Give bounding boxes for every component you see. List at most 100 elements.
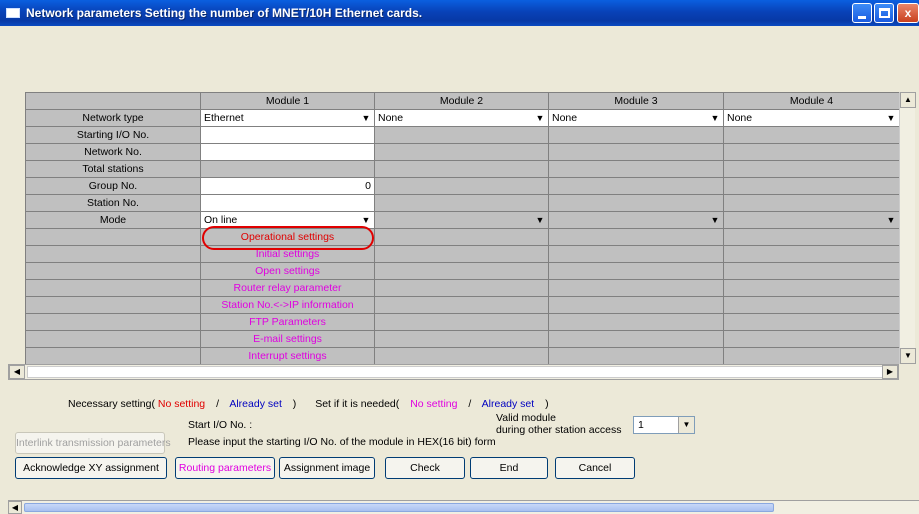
dropdown-arrow-icon[interactable]: ▼ <box>885 111 897 125</box>
window-icon <box>6 8 20 18</box>
row-label-station-no: Station No. <box>25 194 201 212</box>
dropdown-arrow-icon[interactable]: ▼ <box>678 417 694 433</box>
station-ip-information-button[interactable]: Station No.<->IP information <box>200 296 375 314</box>
scroll-left-arrow-icon[interactable]: ◀ <box>8 501 22 514</box>
grid-cell <box>723 262 899 280</box>
row-network-no: Network No. <box>25 143 899 161</box>
scroll-thumb[interactable] <box>27 366 887 378</box>
row-label-total-stations: Total stations <box>25 160 201 178</box>
email-settings-button[interactable]: E-mail settings <box>200 330 375 348</box>
grid-cell <box>374 245 549 263</box>
grid-horizontal-scrollbar[interactable]: ◀ ▶ <box>8 364 899 380</box>
dropdown-arrow-icon[interactable]: ▼ <box>360 213 372 227</box>
network-no-input-module-1[interactable] <box>200 143 375 161</box>
column-header-module-4[interactable]: Module 4 <box>723 92 899 110</box>
grid-cell <box>548 262 724 280</box>
legend-already-set-optional: Already set <box>481 398 535 410</box>
grid-header-row: Module 1 Module 2 Module 3 Module 4 <box>25 92 899 110</box>
row-mode: Mode On line ▼ ▼ ▼ ▼ <box>25 211 899 229</box>
scroll-right-arrow-icon[interactable]: ▶ <box>882 365 898 379</box>
grid-cell <box>374 262 549 280</box>
mode-select-module-2[interactable]: ▼ <box>374 211 549 229</box>
grid-cell <box>200 160 375 178</box>
module-settings-grid: Module 1 Module 2 Module 3 Module 4 Netw… <box>25 92 899 364</box>
window-title: Network parameters Setting the number of… <box>26 6 423 20</box>
grid-cell <box>548 347 724 364</box>
row-open-settings: Open settings <box>25 262 899 280</box>
maximize-button[interactable] <box>874 3 894 23</box>
close-icon: x <box>904 6 912 20</box>
maximize-icon <box>879 8 890 18</box>
scroll-up-arrow-icon[interactable]: ▲ <box>900 92 916 108</box>
interlink-transmission-parameters-button[interactable]: Interlink transmission parameters <box>15 432 171 454</box>
scroll-left-arrow-icon[interactable]: ◀ <box>9 365 25 379</box>
valid-module-select[interactable]: 1 ▼ <box>633 416 695 434</box>
grid-cell <box>374 126 549 144</box>
grid-cell <box>723 313 899 331</box>
network-type-select-module-3[interactable]: None ▼ <box>548 109 724 127</box>
mode-value: On line <box>204 214 238 226</box>
column-header-module-3[interactable]: Module 3 <box>548 92 724 110</box>
column-header-module-1[interactable]: Module 1 <box>200 92 375 110</box>
grid-vertical-scrollbar[interactable]: ▲ ▼ <box>899 92 916 364</box>
close-button[interactable]: x <box>897 3 919 23</box>
grid-cell <box>374 313 549 331</box>
grid-cell <box>723 330 899 348</box>
network-type-select-module-4[interactable]: None ▼ <box>723 109 899 127</box>
grid-cell <box>374 279 549 297</box>
routing-parameters-button[interactable]: Routing parameters <box>175 457 275 479</box>
grid-cell <box>25 330 201 348</box>
mode-select-module-3[interactable]: ▼ <box>548 211 724 229</box>
grid-cell <box>25 296 201 314</box>
valid-module-label-line1: Valid module <box>496 412 556 424</box>
start-io-label: Start I/O No. : <box>188 419 253 431</box>
ftp-parameters-button[interactable]: FTP Parameters <box>200 313 375 331</box>
assignment-image-button[interactable]: Assignment image <box>279 457 375 479</box>
grid-cell <box>548 313 724 331</box>
grid-cell <box>723 347 899 364</box>
grid-cell <box>723 160 899 178</box>
station-no-input-module-1[interactable] <box>200 194 375 212</box>
legend-no-setting-optional: No setting <box>410 398 458 410</box>
legend-slash: / <box>216 398 219 410</box>
network-type-value: None <box>552 112 578 124</box>
row-total-stations: Total stations <box>25 160 899 178</box>
network-type-value: None <box>378 112 404 124</box>
grid-cell <box>374 194 549 212</box>
grid-cell <box>723 194 899 212</box>
router-relay-parameter-button[interactable]: Router relay parameter <box>200 279 375 297</box>
legend-slash-2: / <box>468 398 472 410</box>
legend-no-setting: No setting <box>157 398 206 410</box>
grid-cell <box>723 245 899 263</box>
group-no-input-module-1[interactable]: 0 <box>200 177 375 195</box>
end-button[interactable]: End <box>470 457 548 479</box>
window-horizontal-scrollbar[interactable]: ◀ <box>8 500 919 514</box>
acknowledge-xy-assignment-button[interactable]: Acknowledge XY assignment <box>15 457 167 479</box>
column-header-module-2[interactable]: Module 2 <box>374 92 549 110</box>
dropdown-arrow-icon[interactable]: ▼ <box>534 111 546 125</box>
valid-module-value: 1 <box>638 419 644 431</box>
mode-select-module-4[interactable]: ▼ <box>723 211 899 229</box>
setting-status-legend: Necessary setting( No setting / Already … <box>68 398 549 410</box>
minimize-button[interactable] <box>852 3 872 23</box>
open-settings-button[interactable]: Open settings <box>200 262 375 280</box>
dropdown-arrow-icon[interactable]: ▼ <box>709 111 721 125</box>
row-label-network-type: Network type <box>25 109 201 127</box>
scroll-thumb[interactable] <box>24 503 774 512</box>
grid-cell <box>723 177 899 195</box>
check-button[interactable]: Check <box>385 457 465 479</box>
starting-io-input-module-1[interactable] <box>200 126 375 144</box>
grid-cell <box>374 143 549 161</box>
scroll-down-arrow-icon[interactable]: ▼ <box>900 348 916 364</box>
network-type-select-module-1[interactable]: Ethernet ▼ <box>200 109 375 127</box>
grid-cell <box>374 177 549 195</box>
dropdown-arrow-icon[interactable]: ▼ <box>709 213 721 227</box>
cancel-button[interactable]: Cancel <box>555 457 635 479</box>
network-type-select-module-2[interactable]: None ▼ <box>374 109 549 127</box>
dropdown-arrow-icon[interactable]: ▼ <box>885 213 897 227</box>
dropdown-arrow-icon[interactable]: ▼ <box>534 213 546 227</box>
dropdown-arrow-icon[interactable]: ▼ <box>360 111 372 125</box>
row-label-group-no: Group No. <box>25 177 201 195</box>
grid-cell <box>25 262 201 280</box>
interrupt-settings-button[interactable]: Interrupt settings <box>200 347 375 364</box>
